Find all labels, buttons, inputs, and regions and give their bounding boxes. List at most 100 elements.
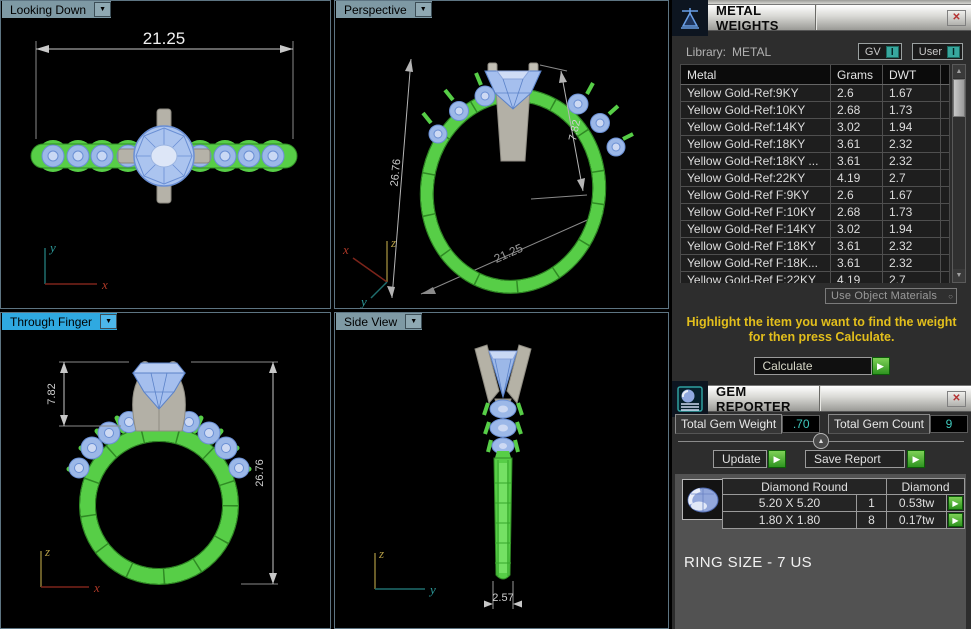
dim-label: 2.57 [492,592,513,604]
library-row: Library: METAL GV I User I [686,43,963,60]
axis-z-label: z [44,544,50,559]
panel-title: METAL WEIGHTS [708,3,815,33]
viewport-looking-down[interactable]: 21.25 [0,0,331,309]
axis-gizmo: y x [45,240,108,292]
table-row[interactable]: Yellow Gold-Ref:22KY 4.19 2.7 [681,170,949,187]
table-row[interactable]: Yellow Gold-Ref F:14KY 3.02 1.94 [681,221,949,238]
ring-front-view-drawing: 7.82 26.76 z x [1,313,330,628]
axis-x-label: x [93,580,100,595]
scrollbar[interactable]: ▲ ▼ [952,64,966,283]
axis-gizmo: z x y [342,235,396,308]
col-grams: Grams [831,65,883,84]
right-sidebar: METAL WEIGHTS ✕ Library: METAL GV I User… [672,0,971,629]
close-icon[interactable]: ✕ [947,10,966,26]
axis-y-label: y [428,582,436,597]
total-gem-weight-value[interactable]: .70 [782,415,820,433]
diamond-preview-image [682,479,723,520]
axis-x-label: x [101,277,108,292]
dim-label: 21.25 [143,29,186,48]
total-gem-count-value[interactable]: 9 [930,415,968,433]
jewelry-cad-window: 21.25 [0,0,971,629]
chevron-down-icon[interactable]: ▼ [100,314,117,329]
center-stone-top [118,109,210,203]
use-object-materials-toggle[interactable]: Use Object Materials ○ [825,288,957,304]
table-row[interactable]: Yellow Gold-Ref F:10KY 2.68 1.73 [681,204,949,221]
shank-profile [494,451,512,579]
update-go-icon[interactable]: ▶ [768,450,786,468]
table-row[interactable]: Yellow Gold-Ref:18KY 3.61 2.32 [681,136,949,153]
total-gem-weight-label: Total Gem Weight [675,414,782,434]
dimension-width: 2.57 [484,581,522,609]
view-label: Perspective [344,3,407,17]
table-row[interactable]: Yellow Gold-Ref:18KY ... 3.61 2.32 [681,153,949,170]
library-value: METAL [732,45,771,59]
axis-z-label: z [390,235,396,250]
center-stone-head [133,362,186,432]
calculate-go-icon[interactable]: ▶ [872,357,890,375]
user-button[interactable]: User I [912,43,963,60]
table-row[interactable]: Yellow Gold-Ref F:9KY 2.6 1.67 [681,187,949,204]
gem-row-go-icon[interactable]: ▶ [948,513,963,527]
gem-reporter-header: GEM REPORTER ✕ [708,385,971,412]
gv-button[interactable]: GV I [858,43,902,60]
viewport-through-finger[interactable]: 7.82 26.76 z x Through Finger ▼ [0,312,331,629]
viewport-perspective[interactable]: 21.25 [334,0,669,309]
collapse-handle-icon[interactable]: ▲ [813,433,829,449]
save-report-go-icon[interactable]: ▶ [907,450,925,468]
axis-gizmo: z x [41,544,100,595]
calculate-button[interactable]: Calculate [754,357,872,375]
gem-row-go-icon[interactable]: ▶ [948,496,963,510]
chevron-down-icon[interactable]: ▼ [415,2,432,17]
panel-title: GEM REPORTER [708,384,819,414]
viewport-side-view[interactable]: 2.57 z y Side View ▼ [334,312,669,629]
view-selector-through-finger[interactable]: Through Finger ▼ [2,313,117,330]
scroll-up-icon[interactable]: ▲ [953,65,965,78]
gem-row[interactable]: 1.80 X 1.80 8 0.17tw ▶ [722,512,965,529]
gem-report-table: Diamond Round Diamond 5.20 X 5.20 1 0.53… [722,478,965,529]
dimension-head: 7.82 [531,65,587,199]
table-row[interactable]: Yellow Gold-Ref:9KY 2.6 1.67 [681,85,949,102]
library-label: Library: [686,45,726,59]
view-label: Looking Down [10,3,86,17]
ring-top-view-drawing: 21.25 [1,1,330,308]
header-divider [819,386,820,411]
scrollbar-thumb[interactable] [953,79,965,117]
stacked-gems [484,400,522,454]
gem-reporter-icon [672,381,708,417]
table-row[interactable]: Yellow Gold-Ref:14KY 3.02 1.94 [681,119,949,136]
gem-table-header: Diamond Round Diamond [722,478,965,495]
axis-gizmo: z y [375,546,436,597]
view-selector-side-view[interactable]: Side View ▼ [336,313,422,330]
save-report-button[interactable]: Save Report [805,450,905,468]
ring-size-label: RING SIZE - 7 US [684,554,812,571]
table-row[interactable]: Yellow Gold-Ref F:18K... 3.61 2.32 [681,255,949,272]
update-button[interactable]: Update [713,450,767,468]
center-stone-head [485,63,541,161]
table-row[interactable]: Yellow Gold-Ref F:18KY 3.61 2.32 [681,238,949,255]
table-row[interactable]: Yellow Gold-Ref:10KY 2.68 1.73 [681,102,949,119]
user-indicator: I [947,46,960,58]
gv-indicator: I [886,46,899,58]
ring-perspective-drawing: 21.25 [335,1,668,308]
gem-row[interactable]: 5.20 X 5.20 1 0.53tw ▶ [722,495,965,512]
scroll-down-icon[interactable]: ▼ [953,269,965,282]
chevron-down-icon[interactable]: ▼ [405,314,422,329]
gem-totals-row: Total Gem Weight .70 Total Gem Count 9 [675,414,968,434]
metal-weights-header: METAL WEIGHTS ✕ [708,4,971,31]
view-selector-perspective[interactable]: Perspective ▼ [336,1,432,18]
metal-weights-table: Metal Grams DWT Yellow Gold-Ref:9KY 2.6 … [680,64,950,283]
axis-x-label: x [342,242,349,257]
view-label: Through Finger [10,315,92,329]
close-icon[interactable]: ✕ [947,391,966,407]
axis-y-label: y [359,294,367,308]
dim-label: 7.82 [46,383,58,404]
dim-label: 26.76 [254,459,266,487]
table-row[interactable]: Yellow Gold-Ref F:22KY 4.19 2.7 [681,272,949,283]
dim-label: 21.25 [492,241,525,266]
radio-icon[interactable]: ○ [948,292,953,301]
scale-icon [672,0,708,36]
gem-report-section: Diamond Round Diamond 5.20 X 5.20 1 0.53… [675,474,966,629]
table-header: Metal Grams DWT [680,64,950,85]
view-selector-looking-down[interactable]: Looking Down ▼ [2,1,111,18]
chevron-down-icon[interactable]: ▼ [94,2,111,17]
